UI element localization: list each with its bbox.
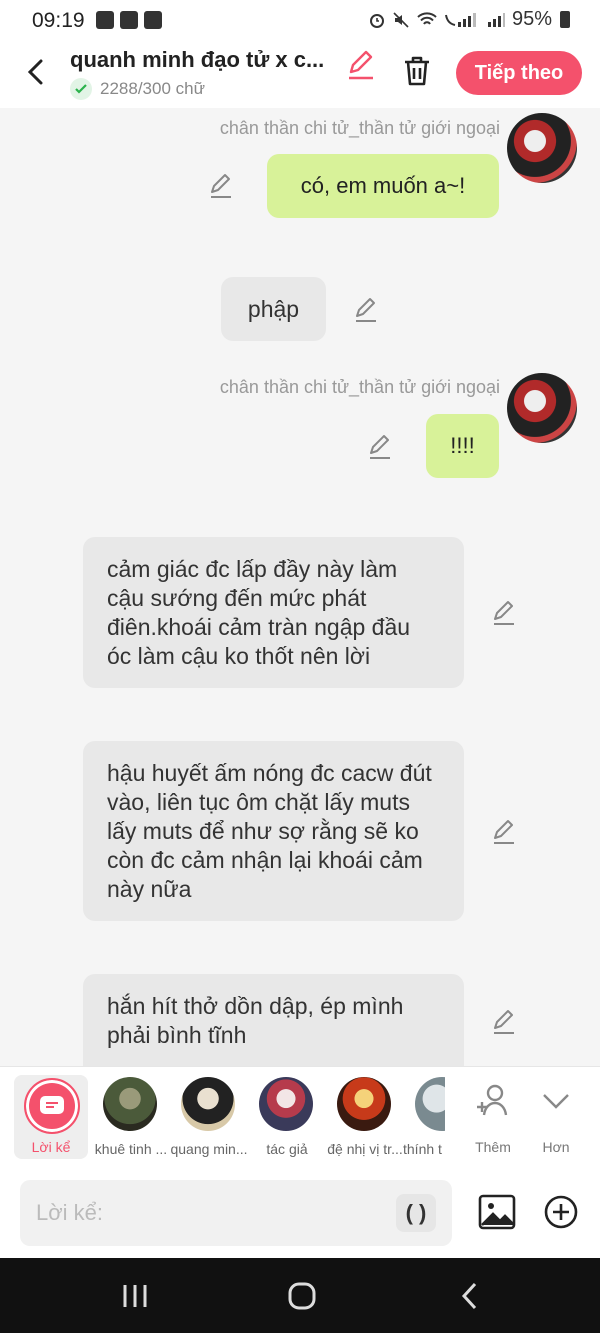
speaker-name: chân thần chi tử_thần tử giới ngoại (219, 118, 500, 138)
back-button[interactable] (18, 54, 54, 90)
message-text: hắn hít thở dồn dập, ép mình phải bình t… (107, 993, 404, 1048)
status-time: 09:19 (32, 9, 85, 32)
word-count: 2288/300 chữ (70, 78, 205, 100)
wifi-icon (417, 11, 437, 25)
add-character-button[interactable]: Thêm (463, 1077, 523, 1163)
recent-apps-button[interactable] (115, 1276, 155, 1316)
signal-icon (487, 12, 505, 27)
edit-message-icon[interactable] (366, 433, 394, 461)
character-item[interactable]: tác giả (247, 1077, 327, 1163)
character-avatar (103, 1077, 157, 1131)
character-name: thính t (403, 1141, 442, 1157)
delete-button[interactable] (400, 54, 434, 88)
edit-message-icon[interactable] (490, 599, 518, 627)
message-bubble[interactable]: cảm giác đc lấp đầy này làm cậu sướng đế… (83, 537, 464, 688)
recent-apps-icon (123, 1285, 147, 1307)
character-item[interactable]: khuê tinh ... (91, 1077, 171, 1163)
speaker-name: chân thần chi tử_thần tử giới ngoại (219, 377, 500, 397)
image-icon[interactable] (478, 1193, 516, 1231)
next-button[interactable]: Tiếp theo (456, 51, 582, 95)
system-nav-bar (0, 1258, 600, 1333)
alarm-icon (369, 13, 384, 28)
input-placeholder: Lời kể: (36, 1200, 104, 1225)
avatar[interactable] (507, 373, 577, 443)
narrator-button[interactable]: Lời kể (14, 1075, 88, 1159)
system-back-button[interactable] (450, 1276, 490, 1316)
hands-notification-icon (120, 11, 138, 29)
character-item[interactable]: quang min... (169, 1077, 249, 1163)
message-bubble[interactable]: có, em muốn a~! (267, 154, 499, 218)
character-avatar (181, 1077, 235, 1131)
message-text: hậu huyết ấm nóng đc cacw đút vào, liên … (107, 760, 432, 902)
more-button[interactable]: Hơn (526, 1077, 586, 1163)
mute-icon (393, 11, 409, 28)
trash-icon (405, 56, 429, 86)
home-button[interactable] (282, 1276, 322, 1316)
message-bubble[interactable]: hậu huyết ấm nóng đc cacw đút vào, liên … (83, 741, 464, 921)
chevron-down-icon (543, 1094, 569, 1109)
character-avatar (415, 1077, 445, 1131)
character-item[interactable]: thính t (403, 1077, 445, 1163)
narrator-icon (24, 1078, 80, 1134)
top-bar: quanh minh đạo tử x c... 2288/300 chữ Ti… (0, 44, 600, 108)
message-bubble[interactable]: phập (221, 277, 326, 341)
back-arrow-icon (461, 1282, 477, 1310)
notification-icons (96, 11, 162, 29)
pencil-icon (349, 50, 373, 80)
chevron-left-icon (27, 59, 43, 85)
character-avatar (337, 1077, 391, 1131)
narration-input[interactable]: Lời kể: ( ) (20, 1180, 452, 1246)
character-bar: Lời kể khuê tinh ... quang min... tác gi… (0, 1066, 600, 1169)
add-icon[interactable] (543, 1194, 579, 1230)
edit-message-icon[interactable] (490, 1008, 518, 1036)
status-bar: 09:19 95% (0, 0, 600, 44)
call-signal-icon (444, 12, 476, 27)
story-title[interactable]: quanh minh đạo tử x c... (70, 47, 324, 73)
edit-message-icon[interactable] (352, 296, 380, 324)
message-bubble[interactable]: hắn hít thở dồn dập, ép mình phải bình t… (83, 974, 464, 1066)
character-avatar (259, 1077, 313, 1131)
parentheses-button[interactable]: ( ) (396, 1194, 436, 1232)
character-item[interactable]: đệ nhị vị tr... (325, 1077, 405, 1163)
message-text: cảm giác đc lấp đầy này làm cậu sướng đế… (107, 556, 411, 669)
battery-percent: 95% (511, 8, 552, 30)
check-icon (70, 78, 92, 100)
avatar[interactable] (507, 113, 577, 183)
edit-message-icon[interactable] (207, 172, 235, 200)
character-name: đệ nhị vị tr... (327, 1141, 403, 1157)
add-character-label: Thêm (475, 1139, 511, 1155)
battery-icon (560, 11, 570, 28)
input-bar: Lời kể: ( ) (0, 1169, 600, 1258)
system-icons: 95% (368, 8, 570, 31)
more-label: Hơn (542, 1139, 570, 1155)
gallery-notification-icon (96, 11, 114, 29)
word-count-text: 2288/300 chữ (100, 79, 205, 98)
add-person-icon (477, 1084, 508, 1116)
edit-title-button[interactable] (344, 48, 378, 82)
edit-message-icon[interactable] (490, 818, 518, 846)
message-bubble[interactable]: !!!! (426, 414, 499, 478)
narrator-label: Lời kể (31, 1139, 71, 1155)
home-icon (288, 1282, 316, 1310)
play-notification-icon (144, 11, 162, 29)
